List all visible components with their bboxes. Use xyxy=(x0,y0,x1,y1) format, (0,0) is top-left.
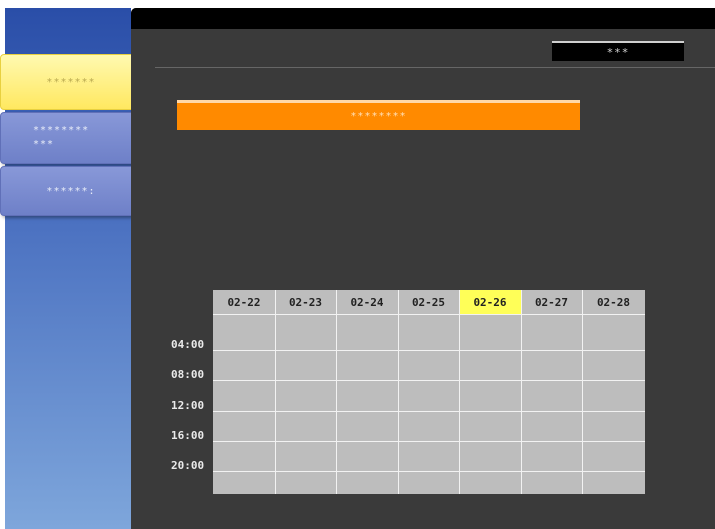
time-label: 20:00 xyxy=(171,459,205,472)
sidebar-item-1[interactable]: ******* xyxy=(0,54,142,110)
date-header[interactable]: 02-23 xyxy=(275,290,336,314)
grid-line xyxy=(275,290,276,494)
grid-line xyxy=(459,290,460,494)
top-bar xyxy=(131,8,715,29)
time-label: 16:00 xyxy=(171,429,205,442)
grid-line xyxy=(521,290,522,494)
menu-button[interactable]: *** xyxy=(552,41,684,61)
time-label: 08:00 xyxy=(171,368,205,381)
date-header-selected[interactable]: 02-26 xyxy=(459,290,521,314)
time-label: 12:00 xyxy=(171,399,205,412)
grid-line xyxy=(582,290,583,494)
sidebar-item-label: ******** xyxy=(33,125,90,136)
sidebar-item-label-line2: *** xyxy=(33,139,55,150)
grid-line xyxy=(213,441,645,442)
grid-line xyxy=(398,290,399,494)
divider xyxy=(155,67,715,68)
time-label: 04:00 xyxy=(171,338,205,351)
schedule-grid[interactable]: 02-22 02-23 02-24 02-25 02-26 02-27 02-2… xyxy=(213,290,645,494)
date-header[interactable]: 02-22 xyxy=(213,290,275,314)
sidebar-item-2[interactable]: ******** *** xyxy=(0,112,142,164)
date-header[interactable]: 02-27 xyxy=(521,290,582,314)
grid-line xyxy=(213,411,645,412)
date-header[interactable]: 02-28 xyxy=(582,290,645,314)
main-panel: *** ******** 02-22 02-23 02-24 02-25 02-… xyxy=(131,8,715,529)
date-header[interactable]: 02-24 xyxy=(336,290,398,314)
grid-line xyxy=(213,380,645,381)
sidebar-item-label: ******: xyxy=(46,185,96,197)
status-bar[interactable]: ******** xyxy=(177,100,580,130)
grid-line xyxy=(336,290,337,494)
date-header[interactable]: 02-25 xyxy=(398,290,459,314)
grid-line xyxy=(213,350,645,351)
grid-line xyxy=(213,314,645,315)
sidebar-item-label: ******* xyxy=(46,76,96,88)
sidebar-item-3[interactable]: ******: xyxy=(0,166,142,216)
grid-line xyxy=(213,471,645,472)
